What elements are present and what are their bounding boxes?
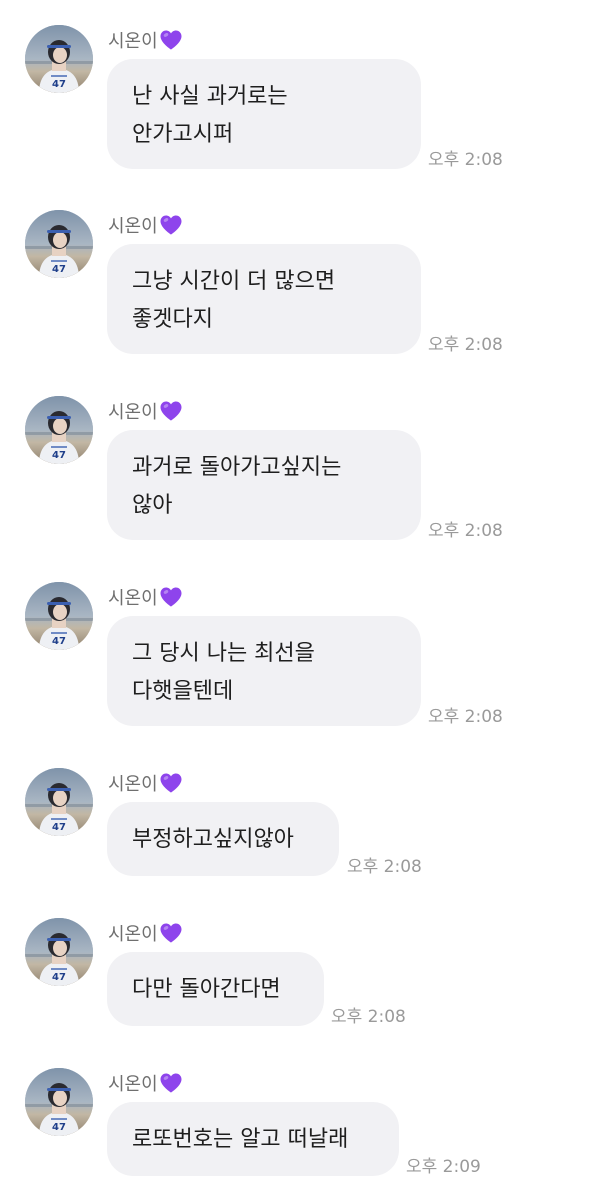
message-bubble[interactable]: 그냥 시간이 더 많으면 좋겟다지	[107, 244, 421, 354]
sender-name: 시온이	[108, 774, 158, 795]
message-bubble[interactable]: 난 사실 과거로는 안가고시퍼	[107, 59, 421, 169]
message-bubble[interactable]: 그 당시 나는 최선을 다햇을텐데	[107, 616, 421, 726]
chat-message-list[interactable]: 47 시온이 난 사실 과거로는 안가고시퍼 오후 2:08 47 시온이 그냥…	[0, 0, 597, 1200]
sender-name: 시온이	[108, 924, 158, 945]
purple-heart-icon	[159, 922, 183, 944]
message-bubble[interactable]: 과거로 돌아가고싶지는 않아	[107, 430, 421, 540]
svg-text:47: 47	[52, 450, 66, 461]
message-time: 오후 2:08	[428, 521, 503, 541]
svg-text:47: 47	[52, 79, 66, 90]
svg-text:47: 47	[52, 822, 66, 833]
sender-name-row: 시온이	[108, 27, 183, 53]
svg-text:47: 47	[52, 1122, 66, 1133]
sender-name-row: 시온이	[108, 1070, 183, 1096]
message-time: 오후 2:09	[406, 1157, 481, 1177]
message-bubble[interactable]: 부정하고싶지않아	[107, 802, 339, 876]
avatar[interactable]: 47	[25, 1068, 93, 1136]
message-time: 오후 2:08	[428, 150, 503, 170]
message-time: 오후 2:08	[347, 857, 422, 877]
avatar[interactable]: 47	[25, 25, 93, 93]
sender-name-row: 시온이	[108, 770, 183, 796]
sender-name: 시온이	[108, 402, 158, 423]
purple-heart-icon	[159, 772, 183, 794]
svg-text:47: 47	[52, 264, 66, 275]
sender-name-row: 시온이	[108, 212, 183, 238]
message-time: 오후 2:08	[331, 1007, 406, 1027]
svg-text:47: 47	[52, 972, 66, 983]
sender-name-row: 시온이	[108, 398, 183, 424]
avatar[interactable]: 47	[25, 210, 93, 278]
sender-name: 시온이	[108, 216, 158, 237]
purple-heart-icon	[159, 1072, 183, 1094]
sender-name-row: 시온이	[108, 920, 183, 946]
purple-heart-icon	[159, 400, 183, 422]
purple-heart-icon	[159, 214, 183, 236]
purple-heart-icon	[159, 586, 183, 608]
avatar[interactable]: 47	[25, 918, 93, 986]
avatar[interactable]: 47	[25, 582, 93, 650]
message-bubble[interactable]: 로또번호는 알고 떠날래	[107, 1102, 399, 1176]
sender-name-row: 시온이	[108, 584, 183, 610]
message-bubble[interactable]: 다만 돌아간다면	[107, 952, 324, 1026]
avatar[interactable]: 47	[25, 768, 93, 836]
svg-text:47: 47	[52, 636, 66, 647]
sender-name: 시온이	[108, 1074, 158, 1095]
purple-heart-icon	[159, 29, 183, 51]
sender-name: 시온이	[108, 588, 158, 609]
sender-name: 시온이	[108, 31, 158, 52]
avatar[interactable]: 47	[25, 396, 93, 464]
message-time: 오후 2:08	[428, 707, 503, 727]
message-time: 오후 2:08	[428, 335, 503, 355]
